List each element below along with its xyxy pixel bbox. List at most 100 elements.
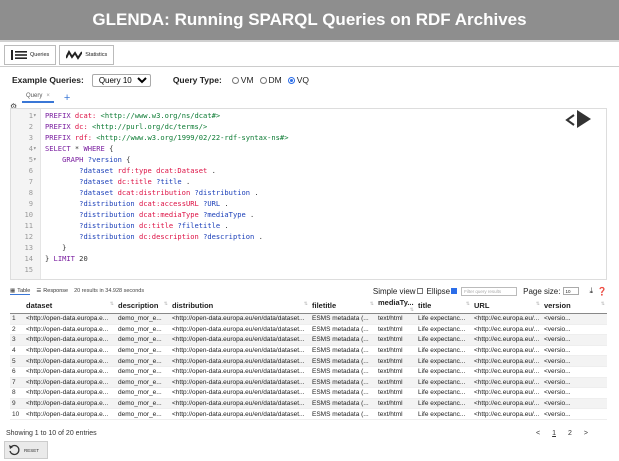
download-icon[interactable]: ⤓ xyxy=(589,286,593,296)
code-token: PREFIX xyxy=(45,111,71,120)
ellipse-label: Ellipse xyxy=(426,286,451,296)
table-row[interactable]: 10 <http://open-data.europa.e... demo_mor_… xyxy=(10,408,607,420)
table-row[interactable]: 7 <http://open-data.europa.e... demo_mor_e… xyxy=(10,377,607,389)
fold-icon[interactable]: ▾ xyxy=(33,144,37,155)
tab-response[interactable]: ☰ Response xyxy=(36,288,68,294)
row-index: 8 xyxy=(10,387,24,399)
tab-queries-label: Queries xyxy=(30,52,50,58)
query-tab[interactable]: Query × xyxy=(22,93,54,103)
radio-vm[interactable]: VM xyxy=(231,75,254,85)
code-token: dcat:accessURL xyxy=(138,199,199,208)
page-1-button[interactable]: 1 xyxy=(552,430,556,437)
table-cell: <http://ec.europa.eu/... xyxy=(472,355,542,367)
filter-input[interactable]: Filter query results xyxy=(461,286,518,296)
code-line: 15 xyxy=(11,265,606,276)
example-query-select[interactable]: Query 10 xyxy=(91,73,151,87)
table-row[interactable]: 4 <http://open-data.europa.e... demo_mor_e… xyxy=(10,345,607,357)
column-header[interactable]: URL ⇅ xyxy=(472,298,542,314)
column-header[interactable]: title ⇅ xyxy=(416,298,472,314)
table-cell: <versio... xyxy=(542,313,607,325)
table-cell: ESMS metadata (... xyxy=(310,366,376,378)
tab-table[interactable]: ▦ Table xyxy=(10,288,31,295)
table-row[interactable]: 9 <http://open-data.europa.e... demo_mor_e… xyxy=(10,398,607,410)
sort-icon[interactable]: ⇅ xyxy=(304,301,308,307)
column-header[interactable]: description ⇅ xyxy=(116,298,170,314)
table-cell: text/html xyxy=(376,398,416,410)
tab-statistics[interactable]: Statistics xyxy=(59,45,115,65)
code-token: <http://www.w3.org/1999/02/22-rdf-syntax… xyxy=(96,133,289,142)
next-page-button[interactable]: > xyxy=(584,430,588,437)
table-cell: ESMS metadata (... xyxy=(310,313,376,325)
table-cell: <http://open-data.europa.eu/en/data/data… xyxy=(170,313,310,325)
sort-icon[interactable]: ⇅ xyxy=(601,301,605,307)
sort-icon[interactable]: ⇅ xyxy=(164,301,168,307)
table-cell: <http://open-data.europa.e... xyxy=(24,313,116,325)
line-number: 9 xyxy=(28,199,33,208)
table-cell: <http://open-data.europa.eu/en/data/data… xyxy=(170,366,310,378)
code-token: ?distribution xyxy=(194,188,251,197)
sort-icon[interactable]: ⇅ xyxy=(410,307,414,313)
sort-icon[interactable]: ⇅ xyxy=(466,301,470,307)
table-row[interactable]: 1 <http://open-data.europa.e... demo_mor_e… xyxy=(10,313,607,325)
table-row[interactable]: 8 <http://open-data.europa.e... demo_mor_e… xyxy=(10,387,607,399)
table-cell: Life expectanc... xyxy=(416,387,472,399)
code-line: 11 ?distribution dc:title ?filetitle . xyxy=(11,221,606,232)
add-tab-button[interactable]: + xyxy=(64,93,70,104)
column-header[interactable]: distribution ⇅ xyxy=(170,298,310,314)
sort-icon[interactable]: ⇅ xyxy=(370,301,374,307)
fold-icon[interactable]: ▾ xyxy=(33,111,37,122)
table-row[interactable]: 3 <http://open-data.europa.e... demo_mor_e… xyxy=(10,334,607,346)
table-body: 1 <http://open-data.europa.e... demo_mor_e… xyxy=(10,313,607,420)
table-row[interactable]: 2 <http://open-data.europa.e... demo_mor_e… xyxy=(10,324,607,336)
radio-vq[interactable]: VQ xyxy=(287,75,309,85)
column-header[interactable]: dataset ⇅ xyxy=(24,298,116,314)
sort-icon[interactable]: ⇅ xyxy=(536,301,540,307)
table-cell: ESMS metadata (... xyxy=(310,398,376,410)
code-line: 12 ?distribution dc:description ?descrip… xyxy=(11,232,606,243)
radio-dm[interactable]: DM xyxy=(259,75,282,85)
chart-line-icon xyxy=(66,50,83,60)
help-icon[interactable]: ❓ xyxy=(597,287,607,296)
table-cell: text/html xyxy=(376,313,416,325)
table-row[interactable]: 5 <http://open-data.europa.e... demo_mor_e… xyxy=(10,355,607,367)
table-cell: demo_mor_e... xyxy=(116,324,170,336)
page-size-select[interactable]: 10 xyxy=(563,287,580,295)
column-header[interactable]: mediaTy... ⇅ xyxy=(376,298,416,314)
code-token: } xyxy=(45,243,67,252)
code-token: ?distribution xyxy=(79,210,135,219)
table-cell: ESMS metadata (... xyxy=(310,355,376,367)
row-index: 5 xyxy=(10,355,24,367)
close-icon[interactable]: × xyxy=(46,93,50,99)
ellipse-checkbox[interactable] xyxy=(451,288,458,294)
fold-icon[interactable]: ▾ xyxy=(33,155,37,166)
row-index: 7 xyxy=(10,377,24,389)
prev-page-button[interactable]: < xyxy=(536,430,540,437)
column-header[interactable] xyxy=(10,298,24,314)
tab-queries[interactable]: Queries xyxy=(4,45,57,65)
code-line: 14} LIMIT 20 xyxy=(11,254,606,265)
table-cell: demo_mor_e... xyxy=(116,345,170,357)
table-cell: <http://open-data.europa.eu/en/data/data… xyxy=(170,408,310,420)
code-token: dc: xyxy=(74,122,88,131)
tab-response-label: Response xyxy=(43,288,69,294)
code-token: dcat:Dataset xyxy=(156,166,208,175)
column-header[interactable]: filetitle ⇅ xyxy=(310,298,376,314)
simple-view-checkbox[interactable] xyxy=(416,288,423,294)
table-cell: Life expectanc... xyxy=(416,324,472,336)
share-icon[interactable] xyxy=(565,113,575,127)
reset-button[interactable]: RESET xyxy=(4,441,48,459)
column-header[interactable]: version ⇅ xyxy=(542,298,607,314)
table-row[interactable]: 6 <http://open-data.europa.e... demo_mor_e… xyxy=(10,366,607,378)
page-2-button[interactable]: 2 xyxy=(568,430,572,437)
radio-dm-label: DM xyxy=(268,75,282,85)
radio-circle xyxy=(231,76,239,84)
table-cell: <http://ec.europa.eu/... xyxy=(472,334,542,346)
table-cell: ESMS metadata (... xyxy=(310,377,376,389)
run-query-button[interactable] xyxy=(577,110,591,128)
sort-icon[interactable]: ⇅ xyxy=(110,301,114,307)
results-toolbar: ▦ Table ☰ Response 20 results in 34.928 se… xyxy=(10,284,607,298)
main-tabs: Queries Statistics xyxy=(4,45,115,67)
query-editor[interactable]: 1 ▾ PREFIX dcat: <http://www.w3.org/ns/dca… xyxy=(10,108,607,280)
